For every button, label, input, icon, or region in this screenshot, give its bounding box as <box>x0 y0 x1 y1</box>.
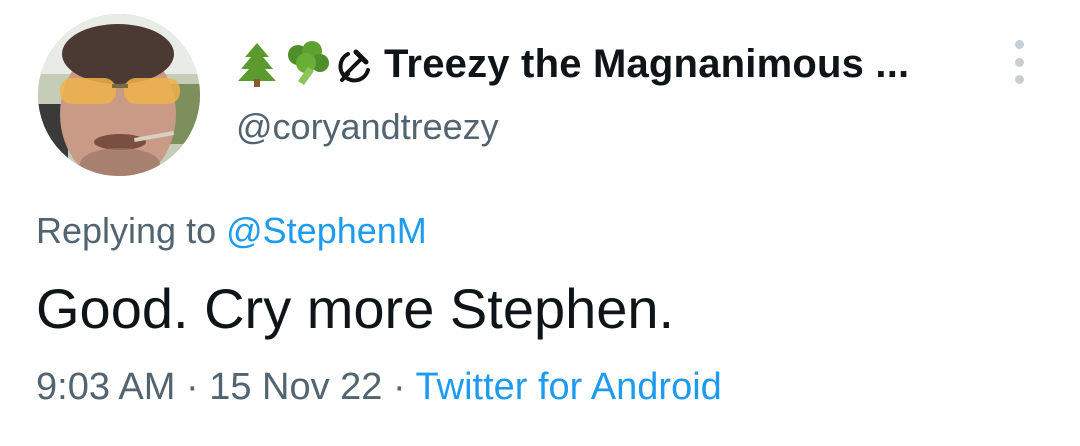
reply-context: Replying to @StephenM <box>36 210 427 252</box>
meta-separator: · <box>393 366 406 408</box>
author-header: Treezy the Magnanimous ... <box>236 34 909 94</box>
avatar[interactable] <box>38 14 200 176</box>
display-name[interactable]: Treezy the Magnanimous ... <box>384 42 909 87</box>
more-vertical-icon[interactable] <box>1006 40 1032 84</box>
broccoli-icon <box>288 41 329 85</box>
tweet-source-link[interactable]: Twitter for Android <box>416 366 722 408</box>
tweet-meta: 9:03 AM · 15 Nov 22 · Twitter for Androi… <box>36 366 722 409</box>
hammer-and-sickle-icon <box>338 49 370 83</box>
evergreen-tree-icon <box>238 43 276 87</box>
tweet: Treezy the Magnanimous ... @coryandtreez… <box>0 0 1080 446</box>
tweet-text: Good. Cry more Stephen. <box>36 277 675 340</box>
tweet-date[interactable]: 15 Nov 22 <box>209 366 382 408</box>
meta-separator: · <box>185 366 199 408</box>
tweet-time[interactable]: 9:03 AM <box>36 366 175 408</box>
author-handle[interactable]: @coryandtreezy <box>236 106 499 148</box>
name-emojis <box>236 41 376 87</box>
profile-photo <box>38 14 200 176</box>
replying-label: Replying to <box>36 210 217 251</box>
reply-mention-link[interactable]: @StephenM <box>226 210 427 251</box>
